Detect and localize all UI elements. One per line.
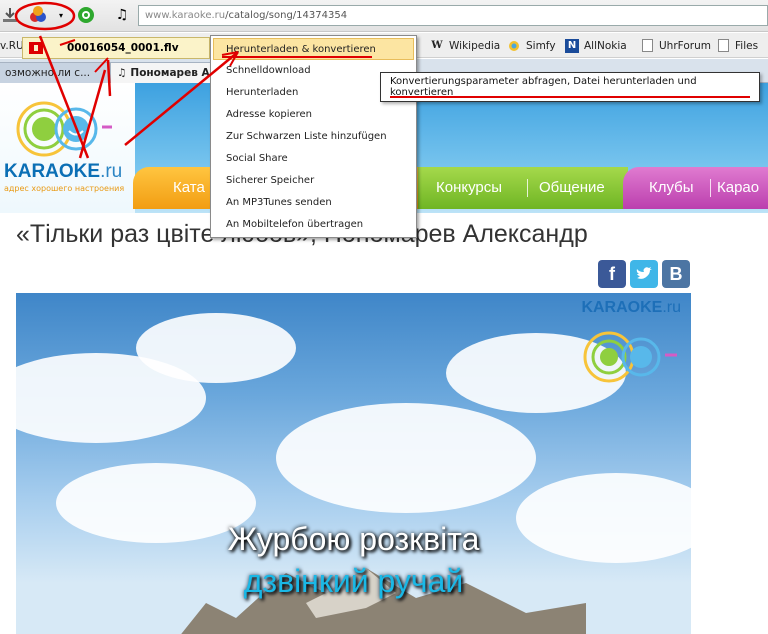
nav-contests[interactable]: Конкурсы [436,179,502,196]
video-watermark: KARAOKE.ru [581,299,681,317]
logo-graphic [16,101,112,157]
download-item[interactable]: 00016054_0001.flv [22,37,210,59]
address-host: www.karaoke.ru [145,10,226,21]
menu-item-mp3tunes[interactable]: An MP3Tunes senden [211,192,416,214]
menu-item-secure-storage[interactable]: Sicherer Speicher [211,170,416,192]
address-bar[interactable]: www.karaoke.ru/catalog/song/14374354 [138,5,768,26]
facebook-share-button[interactable]: f [598,260,626,288]
bookmark-wikipedia[interactable]: W Wikipedia [430,38,500,53]
menu-item-copy-address[interactable]: Adresse kopieren [211,104,416,126]
download-icon[interactable] [0,5,20,25]
site-logo[interactable]: KARAOKE.ru адрес хорошего настроения [0,83,135,213]
lyric-line-next: дзвінкий ручай [243,563,464,599]
music-note-icon: ♫ [115,7,129,23]
music-note-icon: ♫ [117,67,127,79]
bookmark-label: AllNokia [584,39,627,52]
bookmark-allnokia[interactable]: N AllNokia [565,38,627,53]
bookmark-files[interactable]: Files [716,38,758,53]
karaoke-video-player[interactable]: KARAOKE.ru Журбою розквіта дзвінкий руча… [16,293,691,634]
browser-toolbar: ▾ ♫ www.karaoke.ru/catalog/song/14374354 [0,0,768,32]
bookmark-uhrforum[interactable]: UhrForum [640,38,711,53]
menu-item-social-share[interactable]: Social Share [211,148,416,170]
nav-divider [710,179,711,197]
download-context-menu: Herunterladen & konvertieren Schnelldown… [210,35,417,238]
nav-community[interactable]: Общение [539,179,605,196]
logo-main: KARAOKE [4,161,101,182]
address-path: /catalog/song/14374354 [225,10,348,21]
bookmark-label: UhrForum [659,39,711,52]
lyric-line-current: Журбою розквіта [227,521,480,557]
refresh-addon-icon[interactable] [76,5,96,25]
watermark-tld: .ru [662,299,681,316]
chevron-down-icon[interactable]: ▾ [55,5,67,25]
menu-tooltip: Konvertierungsparameter abfragen, Datei … [380,72,760,102]
video-file-icon [29,42,43,54]
bookmark-partial[interactable]: v.RU [0,38,24,53]
tab-label: озможно ли с... [5,67,91,79]
tooltip-text: Konvertierungsparameter abfragen, Datei … [390,76,697,98]
download-filename: 00016054_0001.flv [67,42,179,54]
bookmark-simfy[interactable]: Simfy [507,38,556,53]
wikipedia-icon: W [431,40,443,51]
allnokia-icon: N [565,38,579,53]
tab-label: Пономарев А [130,67,210,79]
menu-item-send-to-mobile[interactable]: An Mobiltelefon übertragen [211,214,416,236]
video-logo-graphic [583,331,677,383]
watermark-main: KARAOKE [581,299,663,316]
page-icon [716,39,730,53]
bookmark-label: Files [735,39,759,52]
bookmark-label: v.RU [0,39,24,52]
nav-divider [527,179,528,197]
page-icon [640,39,654,53]
downloader-addon-icon[interactable] [26,5,50,25]
twitter-share-button[interactable] [630,260,658,288]
nav-catalog[interactable]: Ката [173,179,205,196]
cloud [136,313,296,383]
facebook-icon: f [609,263,615,284]
tab-previous[interactable]: озможно ли с... [0,62,110,83]
bookmark-label: Wikipedia [449,39,501,52]
simfy-icon [507,39,521,53]
cloud [276,403,536,513]
twitter-icon [636,267,652,279]
logo-tagline: адрес хорошего настроения [4,184,125,193]
logo-text: KARAOKE.ru [4,161,122,183]
vk-share-button[interactable]: B [662,260,690,288]
menu-item-download-convert[interactable]: Herunterladen & konvertieren [213,38,414,60]
nav-karaoke[interactable]: Карао [717,179,759,196]
logo-tld: .ru [100,161,123,182]
bookmark-label: Simfy [526,39,556,52]
nav-clubs[interactable]: Клубы [649,179,694,196]
menu-item-blacklist[interactable]: Zur Schwarzen Liste hinzufügen [211,126,416,148]
vk-icon: B [669,263,683,284]
